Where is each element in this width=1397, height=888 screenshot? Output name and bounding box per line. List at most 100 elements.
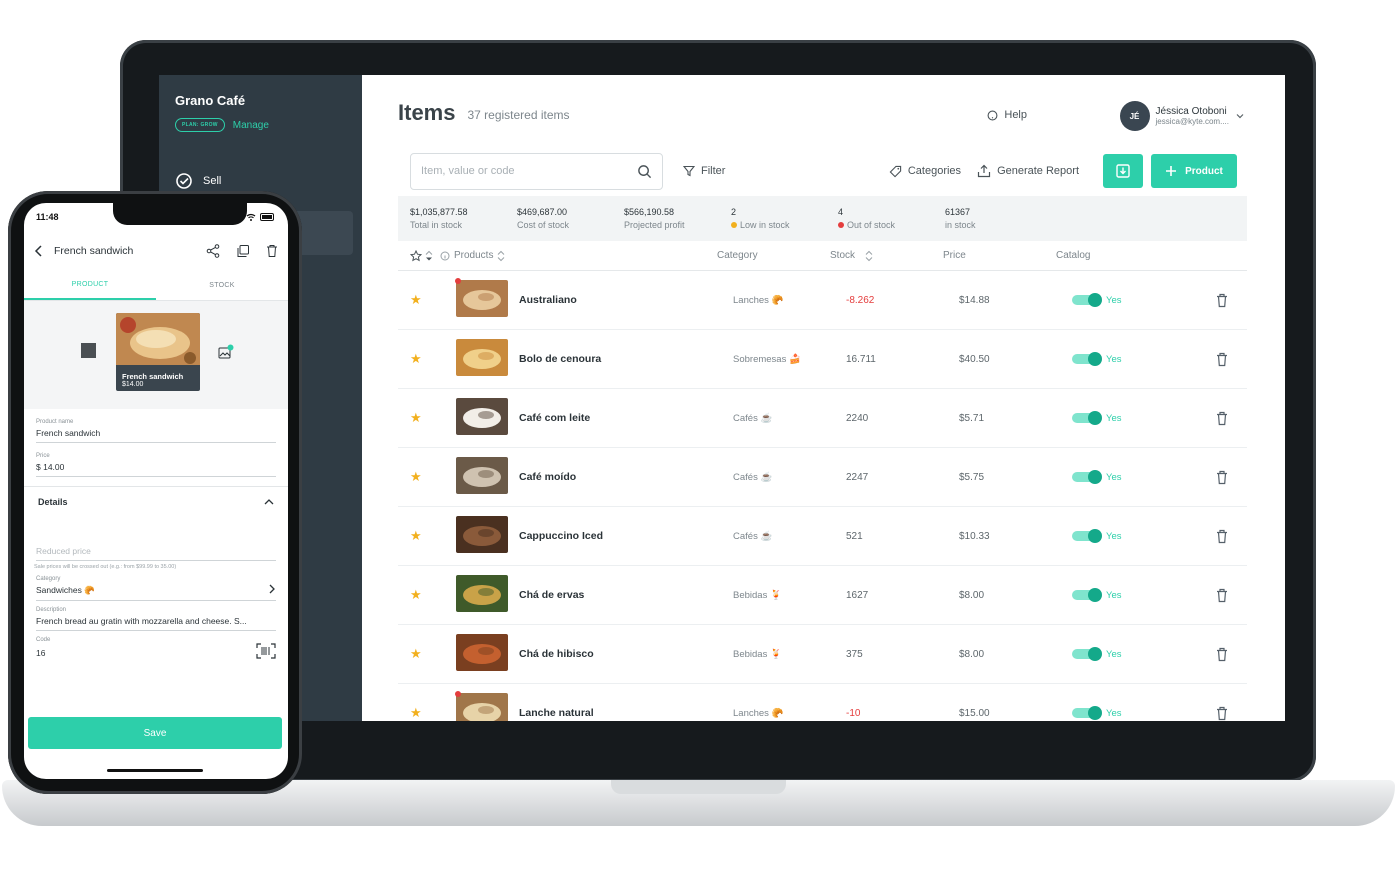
- back-arrow-icon[interactable]: [34, 245, 44, 257]
- product-category: Cafés ☕: [733, 530, 773, 542]
- toggle-switch[interactable]: [1072, 411, 1102, 425]
- reduced-price-field[interactable]: Reduced price: [36, 533, 276, 561]
- catalog-toggle[interactable]: Yes: [1072, 411, 1212, 425]
- help-link[interactable]: Help: [987, 109, 1027, 121]
- tab-stock[interactable]: STOCK: [156, 271, 288, 300]
- catalog-toggle[interactable]: Yes: [1072, 647, 1212, 661]
- toggle-switch[interactable]: [1072, 470, 1102, 484]
- field-value: French sandwich: [36, 428, 101, 438]
- product-stock: 2247: [846, 471, 869, 483]
- stat-projected-profit: $566,190.58 Projected profit: [624, 206, 731, 231]
- field-placeholder: Reduced price: [36, 546, 91, 556]
- catalog-toggle[interactable]: Yes: [1072, 352, 1212, 366]
- delete-icon[interactable]: [1212, 588, 1232, 603]
- toggle-switch[interactable]: [1072, 588, 1102, 602]
- table-row[interactable]: ★ Chá de ervas Bebidas 🍹 1627 $8.00 Yes: [398, 566, 1247, 625]
- category-value-row: Sandwiches 🥐: [36, 582, 276, 596]
- table-row[interactable]: ★ Australiano Lanches 🥐 -8.262 $14.88 Ye…: [398, 271, 1247, 330]
- product-photo-card[interactable]: French sandwich $14.00: [116, 313, 200, 391]
- duplicate-icon[interactable]: [236, 244, 250, 258]
- catalog-toggle[interactable]: Yes: [1072, 470, 1212, 484]
- favorite-star-icon[interactable]: ★: [410, 587, 456, 603]
- price-field[interactable]: Price $ 14.00: [36, 443, 276, 477]
- table-row[interactable]: ★ Café moído Cafés ☕ 2247 $5.75 Yes: [398, 448, 1247, 507]
- catalog-toggle[interactable]: Yes: [1072, 293, 1212, 307]
- product-price: $8.00: [959, 589, 985, 601]
- delete-icon[interactable]: [1212, 411, 1232, 426]
- favorite-star-icon[interactable]: ★: [410, 469, 456, 485]
- toggle-switch[interactable]: [1072, 352, 1102, 366]
- import-button[interactable]: [1103, 154, 1143, 188]
- save-button[interactable]: Save: [28, 717, 282, 749]
- stock-header[interactable]: Stock: [830, 250, 943, 262]
- delete-icon[interactable]: [1212, 706, 1232, 721]
- page-header: Items 37 registered items Help JÉ Jéssic…: [398, 75, 1247, 150]
- add-image-icon[interactable]: [218, 344, 234, 360]
- table-row[interactable]: ★ Cappuccino Iced Cafés ☕ 521 $10.33 Yes: [398, 507, 1247, 566]
- trash-icon: [1217, 588, 1227, 602]
- favorite-star-icon[interactable]: ★: [410, 292, 456, 308]
- toggle-switch[interactable]: [1072, 647, 1102, 661]
- table-row[interactable]: ★ Lanche natural Lanches 🥐 -10 $15.00 Ye…: [398, 684, 1247, 721]
- trash-icon: [1217, 293, 1227, 307]
- table-row[interactable]: ★ Café com leite Cafés ☕ 2240 $5.71 Yes: [398, 389, 1247, 448]
- catalog-label: Yes: [1106, 589, 1122, 601]
- mobile-app: 11:48 French sandwich PRODUCT STOCK Fren…: [24, 203, 288, 779]
- color-swatch[interactable]: [81, 343, 96, 358]
- favorite-star-icon[interactable]: ★: [410, 351, 456, 367]
- delete-icon[interactable]: [1212, 529, 1232, 544]
- catalog-label: Yes: [1106, 353, 1122, 365]
- catalog-toggle[interactable]: Yes: [1072, 529, 1212, 543]
- toggle-switch[interactable]: [1072, 529, 1102, 543]
- details-section-toggle[interactable]: Details: [24, 487, 288, 507]
- description-field[interactable]: Description French bread au gratin with …: [36, 601, 276, 631]
- stat-low-in-stock[interactable]: 2 Low in stock: [731, 206, 838, 231]
- toggle-switch[interactable]: [1072, 293, 1102, 307]
- stat-label: in stock: [945, 219, 976, 230]
- table-row[interactable]: ★ Chá de hibisco Bebidas 🍹 375 $8.00 Yes: [398, 625, 1247, 684]
- share-icon[interactable]: [206, 244, 220, 258]
- stat-out-of-stock[interactable]: 4 Out of stock: [838, 206, 945, 231]
- catalog-toggle[interactable]: Yes: [1072, 588, 1212, 602]
- generate-report-button[interactable]: Generate Report: [977, 164, 1079, 178]
- catalog-toggle[interactable]: Yes: [1072, 706, 1212, 720]
- product-photo: [456, 575, 508, 612]
- category-field[interactable]: Category Sandwiches 🥐: [36, 570, 276, 601]
- delete-icon[interactable]: [1212, 352, 1232, 367]
- add-product-button[interactable]: Product: [1151, 154, 1237, 188]
- favorite-star-icon[interactable]: ★: [410, 410, 456, 426]
- trash-icon[interactable]: [266, 244, 278, 258]
- search-input[interactable]: Item, value or code: [410, 152, 663, 190]
- stock-header-label: Stock: [830, 250, 856, 261]
- product-thumbnail: [455, 691, 519, 721]
- warning-dot-icon: [731, 222, 737, 229]
- product-name: Australiano: [519, 294, 577, 306]
- favorite-star-icon[interactable]: ★: [410, 705, 456, 721]
- catalog-label: Yes: [1106, 294, 1122, 306]
- desktop-app: Grano Café PLAN: GROW Manage Sell Items …: [159, 75, 1285, 721]
- products-header[interactable]: Products: [440, 250, 717, 262]
- product-name: Chá de hibisco: [519, 648, 594, 660]
- toolbar: Item, value or code Filter Categories Ge…: [398, 151, 1247, 191]
- user-menu[interactable]: JÉ Jéssica Otoboni jessica@kyte.com....: [1119, 101, 1245, 131]
- product-name-field[interactable]: Product name French sandwich: [36, 409, 276, 443]
- manage-link[interactable]: Manage: [233, 120, 269, 131]
- chevron-up-icon: [264, 499, 274, 505]
- delete-icon[interactable]: [1212, 293, 1232, 308]
- delete-icon[interactable]: [1212, 470, 1232, 485]
- category-header: Category: [717, 250, 758, 261]
- toggle-switch[interactable]: [1072, 706, 1102, 720]
- filter-button[interactable]: Filter: [683, 165, 725, 177]
- favorite-star-icon[interactable]: ★: [410, 528, 456, 544]
- barcode-scan-icon[interactable]: [256, 643, 276, 659]
- tab-product[interactable]: PRODUCT: [24, 271, 156, 300]
- favorite-star-icon[interactable]: ★: [410, 646, 456, 662]
- product-thumbnail: [456, 398, 519, 438]
- delete-icon[interactable]: [1212, 647, 1232, 662]
- chevron-right-icon: [269, 584, 275, 594]
- categories-button[interactable]: Categories: [889, 165, 961, 178]
- sidebar-item-sell[interactable]: Sell: [175, 172, 346, 190]
- table-row[interactable]: ★ Bolo de cenoura Sobremesas 🍰 16.711 $4…: [398, 330, 1247, 389]
- tag-icon: [889, 165, 902, 177]
- code-field[interactable]: Code 16: [36, 631, 276, 663]
